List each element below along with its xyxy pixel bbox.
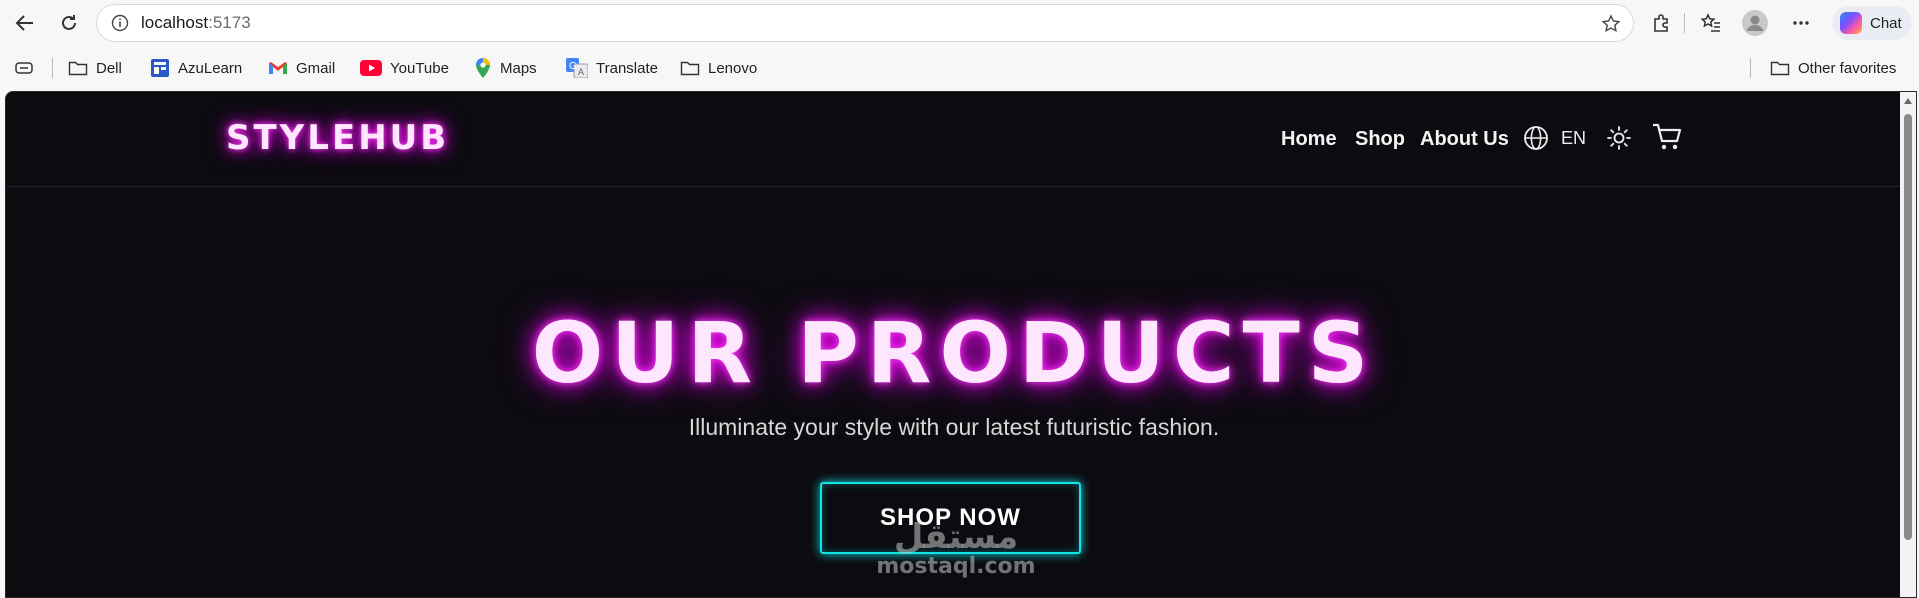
site-navbar: STYLEHUB Home Shop About Us EN [6,92,1902,187]
nav-about-link[interactable]: About Us [1420,128,1509,151]
bookmark-label: YouTube [390,59,449,77]
bookmark-label: Translate [596,59,658,77]
hero-subtitle: Illuminate your style with our latest fu… [688,414,1220,440]
refresh-button[interactable] [52,7,86,39]
url-host: localhost [141,13,209,32]
refresh-icon [62,15,76,30]
vertical-scrollbar[interactable] [1900,92,1916,597]
theme-toggle[interactable] [1606,125,1632,151]
profile-button[interactable] [1738,7,1772,39]
other-favorites-label: Other favorites [1798,59,1897,77]
bookmarks-divider-right [1750,58,1751,78]
reading-list-button[interactable] [14,56,34,80]
folder-icon [680,61,700,76]
site-logo[interactable]: STYLEHUB [226,118,449,158]
chat-label: Chat [1870,14,1902,32]
bookmarks-divider [52,58,53,78]
puzzle-icon [1654,14,1668,32]
more-dots-icon [1793,21,1809,25]
sun-icon [1607,126,1631,150]
bookmarks-bar: Dell AzuLearn Gmail YouTube Maps GA Tran… [0,46,1919,90]
svg-text:A: A [578,67,584,77]
avatar-icon [1742,10,1768,36]
more-button[interactable] [1784,7,1818,39]
watermark-latin: mostaql.com [876,554,1036,579]
page-viewport: STYLEHUB Home Shop About Us EN OUR PRODU… [5,91,1917,598]
favorite-star-icon[interactable] [1599,12,1623,36]
hero-title: OUR PRODUCTS [531,304,1377,402]
back-button[interactable] [8,7,42,39]
tab-actions-icon [15,62,33,74]
bookmark-label: AzuLearn [178,59,243,77]
translate-icon: GA [566,58,588,78]
back-arrow-icon [15,15,33,31]
language-switcher[interactable]: EN [1523,125,1586,151]
globe-icon [1524,126,1548,150]
bookmark-label: Dell [96,59,122,77]
bookmark-youtube[interactable]: YouTube [360,56,449,80]
folder-icon [68,61,88,76]
toolbar-divider [1684,13,1685,33]
language-code: EN [1561,127,1587,148]
bookmark-label: Lenovo [708,59,758,77]
gmail-icon [269,62,287,74]
nav-home-link[interactable]: Home [1281,128,1337,151]
nav-shop-link[interactable]: Shop [1355,128,1405,151]
address-bar[interactable]: localhost:5173 [96,4,1634,42]
maps-icon [476,58,490,78]
bookmark-label: Gmail [296,59,336,77]
extensions-button[interactable] [1644,7,1678,39]
bookmark-maps[interactable]: Maps [474,56,537,80]
watermark: مستقل mostaql.com [876,520,1036,580]
browser-toolbar: localhost:5173 Chat [0,0,1919,46]
url-text: localhost:5173 [141,13,251,33]
youtube-icon [360,60,382,76]
folder-icon [1770,61,1790,76]
copilot-icon [1840,12,1862,34]
watermark-arabic: مستقل [893,517,1019,557]
copilot-chat-button[interactable]: Chat [1832,6,1912,40]
other-favorites-folder[interactable]: Other favorites [1770,56,1896,80]
svg-text:G: G [569,61,577,72]
favorites-list-icon [1700,13,1720,32]
bookmark-translate[interactable]: GA Translate [566,56,658,80]
bookmark-gmail[interactable]: Gmail [268,56,335,80]
bookmark-lenovo[interactable]: Lenovo [680,56,757,80]
bookmark-azulearn[interactable]: AzuLearn [150,56,242,80]
cart-icon [1653,123,1682,150]
scroll-up-arrow-icon[interactable] [1904,98,1912,104]
favorites-button[interactable] [1694,7,1728,39]
bookmark-dell[interactable]: Dell [68,56,122,80]
site-info-icon[interactable] [109,12,131,34]
url-port: :5173 [208,13,251,32]
azulearn-icon [151,59,169,77]
cart-button[interactable] [1651,122,1683,152]
scrollbar-thumb[interactable] [1904,114,1912,540]
bookmark-label: Maps [500,59,537,77]
